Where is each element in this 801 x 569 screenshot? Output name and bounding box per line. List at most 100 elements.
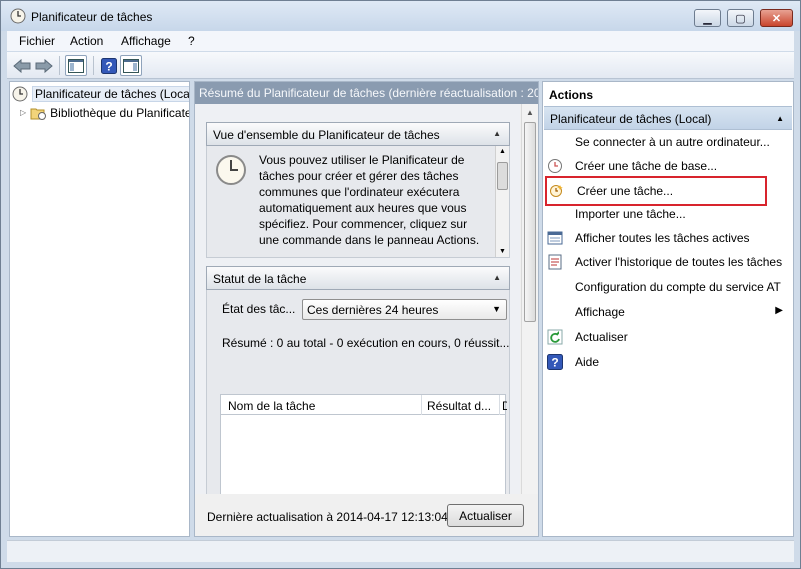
toolbar-separator <box>59 56 60 75</box>
menu-affichage[interactable]: Affichage <box>121 34 171 48</box>
actions-group-header[interactable]: Planificateur de tâches (Local) ▲ <box>544 106 792 130</box>
minimize-icon: ▁ <box>703 12 712 25</box>
summary-scrollbar[interactable]: ▲ ▼ <box>521 104 538 516</box>
last-refresh-text: Dernière actualisation à 2014-04-17 12:1… <box>207 510 448 524</box>
history-icon <box>547 254 563 270</box>
summary-footer: Dernière actualisation à 2014-04-17 12:1… <box>195 494 538 536</box>
scroll-up-icon[interactable]: ▲ <box>522 104 538 120</box>
action-label: Activer l'historique de toutes les tâche… <box>575 255 783 269</box>
action-label: Importer une tâche... <box>575 207 686 221</box>
tree-item-local[interactable]: Planificateur de tâches (Local) <box>12 84 189 103</box>
column-separator[interactable] <box>421 395 422 415</box>
action-label: Configuration du compte du service AT <box>575 280 781 294</box>
summary-pane: Résumé du Planificateur de tâches (derni… <box>194 81 539 537</box>
refresh-button-label: Actualiser <box>459 508 512 523</box>
tree-item-label: Bibliothèque du Planificateur de tâches <box>50 105 189 120</box>
overview-section-header[interactable]: Vue d'ensemble du Planificateur de tâche… <box>206 122 510 146</box>
app-window: Planificateur de tâches ▁ ▢ ✕ Fichier Ac… <box>0 0 801 569</box>
overview-title: Vue d'ensemble du Planificateur de tâche… <box>213 128 440 142</box>
action-import-task[interactable]: Importer une tâche... <box>547 203 789 225</box>
close-button[interactable]: ✕ <box>760 9 793 27</box>
tree-item-library[interactable]: ▷ Bibliothèque du Planificateur de tâche… <box>20 103 189 122</box>
action-connect-computer[interactable]: Se connecter à un autre ordinateur... <box>547 131 789 153</box>
clock-icon <box>10 8 26 24</box>
window-title: Planificateur de tâches <box>31 10 153 24</box>
blank-icon <box>547 206 563 222</box>
create-task-icon <box>549 183 565 199</box>
task-list-header: Nom de la tâche Résultat d... D <box>220 394 507 415</box>
status-filter-label: État des tâc... <box>222 302 296 316</box>
help-icon: ? <box>547 354 563 370</box>
status-title: Statut de la tâche <box>213 272 307 286</box>
maximize-button[interactable]: ▢ <box>727 9 754 27</box>
back-arrow-icon[interactable] <box>11 55 33 76</box>
actions-group-label: Planificateur de tâches (Local) <box>550 112 712 126</box>
action-label: Actualiser <box>575 330 628 344</box>
action-label: Se connecter à un autre ordinateur... <box>575 135 770 149</box>
action-enable-history[interactable]: Activer l'historique de toutes les tâche… <box>547 251 789 273</box>
expand-arrow-icon[interactable]: ▷ <box>20 108 26 117</box>
action-refresh[interactable]: Actualiser <box>547 326 789 348</box>
action-label: Affichage <box>575 305 625 319</box>
refresh-icon <box>547 329 563 345</box>
scroll-down-icon[interactable]: ▼ <box>499 248 506 255</box>
running-tasks-icon <box>547 230 563 246</box>
show-hide-action-pane-icon[interactable] <box>120 55 142 76</box>
menu-action[interactable]: Action <box>70 34 103 48</box>
action-show-active-tasks[interactable]: Afficher toutes les tâches actives <box>547 227 789 249</box>
menu-help[interactable]: ? <box>188 34 195 48</box>
show-hide-console-tree-icon[interactable] <box>65 55 87 76</box>
action-create-basic-task[interactable]: Créer une tâche de base... <box>547 155 789 177</box>
create-basic-task-icon <box>547 158 563 174</box>
action-help[interactable]: ? Aide <box>547 351 789 373</box>
blank-icon <box>547 134 563 150</box>
menu-fichier[interactable]: Fichier <box>19 34 55 48</box>
refresh-button[interactable]: Actualiser <box>447 504 524 527</box>
scroll-thumb[interactable] <box>497 162 508 190</box>
action-label: Créer une tâche de base... <box>575 159 718 173</box>
folder-clock-icon <box>30 106 47 120</box>
actions-title: Actions <box>549 88 594 102</box>
status-section-header[interactable]: Statut de la tâche ▲ <box>206 266 510 290</box>
status-filter-select[interactable]: Ces dernières 24 heures ▼ <box>302 299 507 320</box>
column-header-extra[interactable]: D <box>502 399 507 413</box>
overview-text: Vous pouvez utiliser le Planificateur de… <box>259 153 480 247</box>
action-create-task[interactable]: Créer une tâche... <box>545 176 767 206</box>
chevron-down-icon: ▼ <box>492 304 501 314</box>
overview-scrollbar[interactable]: ▲ ▼ <box>495 146 509 257</box>
action-view-menu[interactable]: Affichage ▶ <box>547 301 789 323</box>
toolbar: ? <box>7 52 794 79</box>
summary-content: Vue d'ensemble du Planificateur de tâche… <box>195 104 520 516</box>
actions-pane: Actions Planificateur de tâches (Local) … <box>542 81 794 537</box>
column-header-result[interactable]: Résultat d... <box>427 399 497 413</box>
menu-bar: Fichier Action Affichage ? <box>7 31 794 51</box>
clock-icon <box>215 154 247 189</box>
svg-text:?: ? <box>551 356 558 370</box>
clock-icon <box>12 86 28 102</box>
blank-icon <box>547 279 563 295</box>
console-tree: Planificateur de tâches (Local) ▷ Biblio… <box>9 81 190 537</box>
action-label: Aide <box>575 355 600 369</box>
task-list[interactable] <box>220 415 506 495</box>
forward-arrow-icon[interactable] <box>33 55 55 76</box>
collapse-up-icon[interactable]: ▲ <box>493 129 501 138</box>
overview-section-body: Vous pouvez utiliser le Planificateur de… <box>206 146 510 258</box>
maximize-icon: ▢ <box>735 12 746 25</box>
scroll-up-icon[interactable]: ▲ <box>499 148 506 155</box>
column-separator[interactable] <box>499 395 500 415</box>
submenu-arrow-icon: ▶ <box>775 305 783 316</box>
scroll-thumb[interactable] <box>524 122 536 322</box>
svg-text:?: ? <box>105 59 112 73</box>
help-icon[interactable]: ? <box>98 55 120 76</box>
close-icon: ✕ <box>771 12 782 25</box>
title-bar: Planificateur de tâches ▁ ▢ ✕ <box>1 1 800 31</box>
collapse-up-icon[interactable]: ▲ <box>493 273 501 282</box>
action-label: Créer une tâche... <box>577 184 674 198</box>
blank-icon <box>547 304 563 320</box>
action-at-service-account[interactable]: Configuration du compte du service AT <box>547 276 789 298</box>
toolbar-separator <box>93 56 94 75</box>
collapse-up-icon[interactable]: ▲ <box>776 114 784 123</box>
minimize-button[interactable]: ▁ <box>694 9 721 27</box>
status-bar <box>7 540 794 562</box>
column-header-name[interactable]: Nom de la tâche <box>228 399 418 413</box>
